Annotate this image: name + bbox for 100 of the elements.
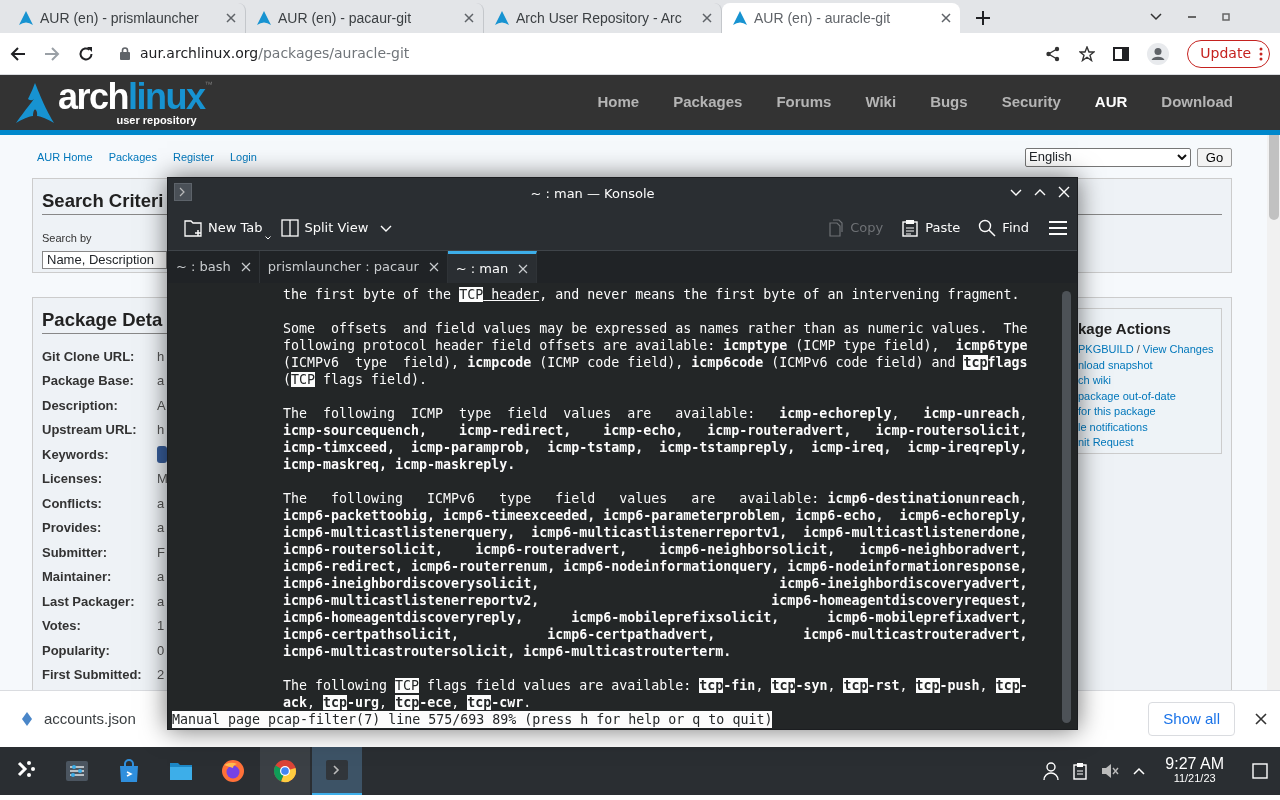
tab-search-icon[interactable] (1150, 12, 1162, 21)
nav-link[interactable]: Bugs (913, 91, 985, 114)
new-tab-icon[interactable] (976, 11, 990, 25)
arch-favicon (18, 10, 34, 26)
terminal-line: icmp6-multicastlistenerreportv2, icmp6-homeagentdiscoveryrequest, (283, 592, 1028, 609)
shopping-bag-icon[interactable] (117, 759, 141, 783)
toolbar-button[interactable]: New Tab (178, 214, 269, 242)
panel-title: Search Criteri (42, 189, 164, 213)
caret-icon (1177, 154, 1187, 160)
field-value: a (157, 519, 165, 537)
toolbar-button[interactable]: Paste (895, 214, 967, 242)
terminal-icon[interactable] (325, 758, 349, 782)
volume-muted-icon[interactable] (1101, 762, 1120, 780)
clipboard-icon[interactable] (1073, 762, 1088, 780)
action-link[interactable]: for this package (1078, 405, 1156, 417)
logo-wordmark: archlinux (58, 79, 205, 115)
arch-favicon (256, 10, 272, 26)
scrollbar-thumb[interactable] (1062, 291, 1071, 723)
action-link[interactable]: ch wiki (1078, 374, 1111, 386)
go-button[interactable]: Go (1197, 147, 1232, 167)
caret-up-icon[interactable] (1133, 767, 1146, 775)
file-icon (22, 712, 32, 726)
search-icon (978, 219, 997, 237)
keyword-tag[interactable] (157, 445, 167, 463)
field-label: Provides: (42, 519, 103, 537)
show-all-button[interactable]: Show all (1148, 702, 1235, 736)
terminal-line: icmp6-homeagentdiscoveryreply, icmp6-mobileprefixsolicit, icmp6-mobileprefixadvert, (283, 609, 1028, 626)
chevron-icon (380, 224, 393, 232)
logo-icon (16, 82, 54, 123)
field-value: M (157, 470, 168, 488)
update-button[interactable]: Update (1187, 39, 1270, 68)
terminal-tab[interactable]: prismlauncher : pacaur (259, 251, 448, 283)
nav-link[interactable]: Download (1144, 91, 1250, 114)
browser-tab[interactable]: AUR (en) - prismlauncher (8, 3, 246, 33)
caret-icon (264, 235, 271, 240)
address-bar[interactable]: aur.archlinux.org/packages/auracle-git (112, 37, 1028, 70)
field-value: 2 (157, 666, 165, 684)
action-link[interactable]: View Changes (1142, 343, 1214, 355)
browser-tab[interactable]: AUR (en) - pacaur-git (246, 3, 484, 33)
terminal-line: icmp6-packettoobig, icmp6-timeexceeded, icmp6-parameterproblem, icmp6-echo, icmp6-echoreply, (283, 507, 1028, 524)
share-icon[interactable] (1045, 45, 1062, 62)
action-link[interactable]: package out-of-date (1078, 389, 1176, 402)
nav-link[interactable]: Forums (759, 91, 849, 114)
search-by-select[interactable]: Name, Description (42, 251, 167, 269)
clock-time[interactable]: 9:27 AM (1165, 756, 1224, 771)
field-label: Popularity: (42, 641, 111, 660)
terminal-tab[interactable]: ~ : bash (168, 251, 260, 283)
field-label: Git Clone URL: (42, 347, 136, 366)
nav-link[interactable]: Login (229, 148, 257, 166)
separator-text: / (1135, 343, 1141, 355)
action-link[interactable]: PKGBUILD (1078, 343, 1134, 355)
nav-link[interactable]: AUR (1077, 91, 1145, 114)
sliders-icon[interactable] (65, 759, 89, 783)
action-link[interactable]: nit Request (1078, 436, 1134, 448)
browser-globe-icon[interactable] (221, 759, 245, 783)
field-label: Package Base: (42, 372, 135, 390)
side-panel-icon[interactable] (1113, 45, 1130, 62)
field-value: a (157, 494, 165, 513)
field-value: a (157, 568, 165, 586)
terminal-line: (ICMPv6 type field), icmpcode (ICMP code field), icmp6code (ICMPv6 code field) and tcpflags (283, 354, 1028, 371)
download-filename[interactable]: accounts.json (44, 707, 136, 731)
terminal-icon (174, 183, 192, 201)
logo-subtitle: user repository (115, 115, 197, 126)
action-link[interactable]: nload snapshot (1078, 358, 1153, 371)
reload-icon[interactable] (78, 45, 94, 62)
nav-link[interactable]: Wiki (848, 91, 914, 114)
field-label: Submitter: (42, 543, 108, 562)
arch-favicon (494, 10, 510, 26)
copy-icon (826, 219, 845, 237)
clock-date[interactable]: 11/21/23 (1165, 771, 1224, 786)
toolbar-button[interactable]: Split View (274, 214, 399, 242)
terminal-line: Some offsets and field values may be expressed as names rather than as numeric values. The (283, 320, 1028, 337)
terminal-line: icmp6-certpathsolicit, icmp6-certpathadvert, icmp6-multicastrouteradvert, (283, 626, 1028, 643)
menu-icon[interactable] (1049, 221, 1067, 235)
nav-link[interactable]: AUR Home (37, 148, 93, 166)
profile-icon[interactable] (1147, 42, 1170, 65)
nav-link[interactable]: Security (984, 91, 1078, 114)
forward-icon[interactable] (44, 45, 60, 62)
user-icon[interactable] (1043, 762, 1060, 780)
back-icon[interactable] (10, 45, 26, 62)
new-tab-icon (184, 219, 202, 237)
panel-title: kage Actions (1078, 320, 1171, 338)
toolbar-button[interactable]: Find (972, 214, 1035, 242)
nav-link[interactable]: Packages (108, 148, 157, 166)
browser-tab[interactable]: AUR (en) - auracle-git (722, 3, 960, 33)
close-icon[interactable] (1255, 713, 1267, 725)
field-value: h (157, 421, 165, 439)
more-icon[interactable] (1259, 46, 1263, 61)
show-desktop-icon[interactable] (1252, 763, 1268, 779)
terminal-line: The following ICMP type field values are available: icmp-echoreply, icmp-unreach, (283, 405, 1028, 422)
nav-link[interactable]: Home (580, 91, 657, 114)
language-select[interactable]: English (1025, 147, 1191, 167)
action-link[interactable]: le notifications (1078, 420, 1148, 433)
trademark-mark: ™ (204, 79, 213, 89)
close-icon[interactable] (940, 12, 952, 24)
nav-link[interactable]: Packages (656, 91, 760, 114)
browser-icon[interactable] (273, 759, 297, 783)
terminal-tab[interactable]: ~ : man (447, 251, 538, 283)
star-icon[interactable] (1079, 45, 1096, 62)
nav-link[interactable]: Register (172, 148, 214, 166)
